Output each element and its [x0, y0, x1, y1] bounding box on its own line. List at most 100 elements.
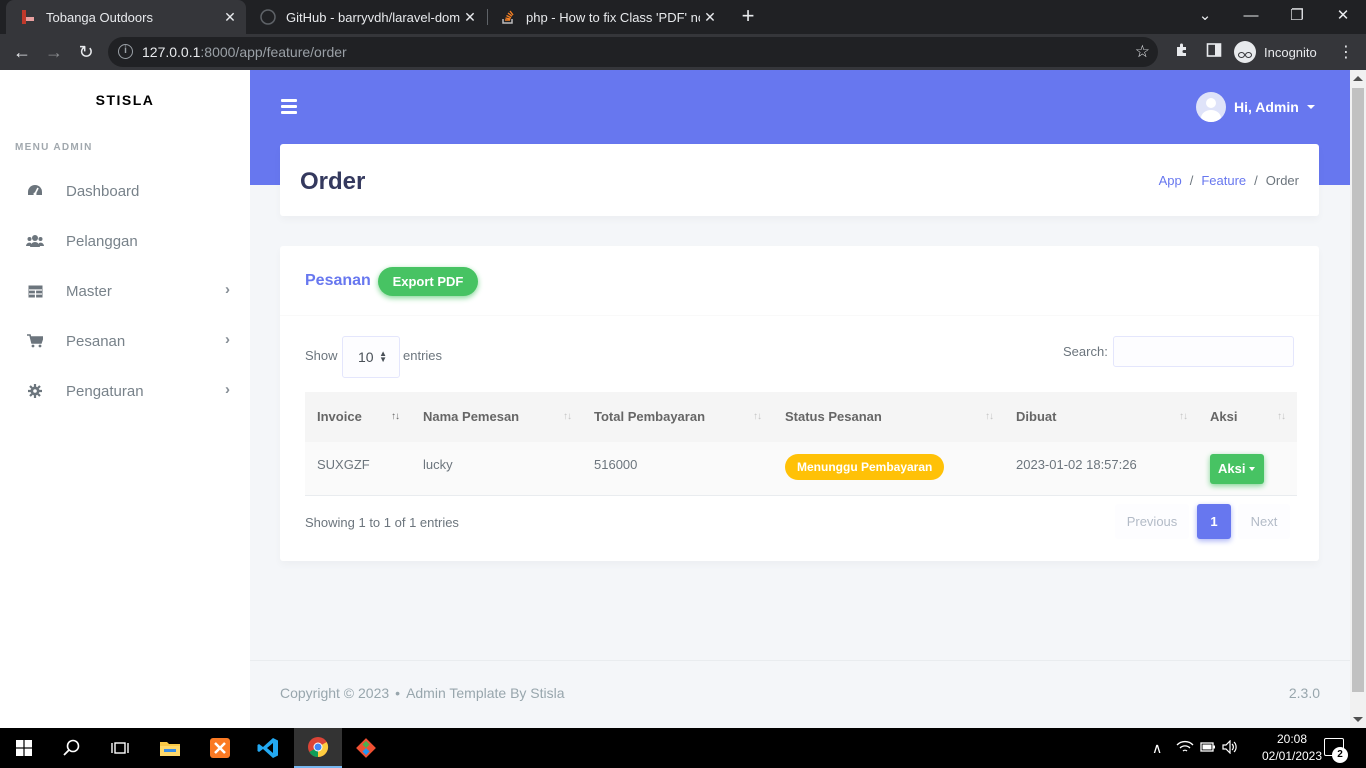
file-explorer-icon[interactable]: [146, 728, 194, 768]
chevron-right-icon: ›: [225, 381, 230, 398]
search-label: Search:: [1063, 344, 1108, 359]
sidebar-item-master[interactable]: Master ›: [0, 268, 250, 314]
git-icon[interactable]: [342, 728, 390, 768]
table-header: Invoice ↑↓ Nama Pemesan ↑↓ Total Pembaya…: [305, 392, 1297, 442]
column-aksi[interactable]: Aksi: [1210, 409, 1237, 424]
tab-stackoverflow[interactable]: php - How to fix Class 'PDF' not f ✕: [486, 0, 726, 34]
column-nama-pemesan[interactable]: Nama Pemesan: [423, 409, 519, 424]
favicon-icon: [22, 10, 34, 24]
cell-invoice: SUXGZF: [317, 457, 370, 472]
clock-date: 02/01/2023: [1261, 749, 1323, 763]
credit-link[interactable]: Admin Template By Stisla: [406, 685, 564, 701]
sort-icon[interactable]: ↑↓: [563, 411, 572, 422]
reload-icon[interactable]: ↻: [72, 38, 100, 66]
sidebar: STISLA MENU ADMIN Dashboard Pelanggan Ma…: [0, 70, 250, 728]
xampp-icon[interactable]: [196, 728, 244, 768]
vscode-icon[interactable]: [244, 728, 292, 768]
extensions-icon[interactable]: [1174, 42, 1190, 63]
close-tab-icon[interactable]: ✕: [460, 9, 480, 26]
sort-icon[interactable]: ↑↓: [1179, 411, 1188, 422]
page-viewport: STISLA MENU ADMIN Dashboard Pelanggan Ma…: [0, 70, 1366, 728]
page-length-select[interactable]: 10 ▲ ▼: [342, 336, 400, 378]
browser-tab-bar: Tobanga Outdoors ✕ GitHub - barryvdh/lar…: [0, 0, 1366, 34]
column-status-pesanan[interactable]: Status Pesanan: [785, 409, 882, 424]
tab-tobanga-outdoors[interactable]: Tobanga Outdoors ✕: [6, 0, 246, 34]
windows-start-icon[interactable]: [0, 728, 48, 768]
search-icon[interactable]: [48, 728, 96, 768]
gear-icon: [26, 383, 44, 399]
wifi-icon[interactable]: [1176, 740, 1194, 757]
show-hidden-icons-icon[interactable]: ∧: [1152, 740, 1162, 757]
cell-total: 516000: [594, 457, 638, 472]
column-total-pembayaran[interactable]: Total Pembayaran: [594, 409, 705, 424]
aksi-dropdown-button[interactable]: Aksi: [1210, 454, 1264, 484]
sort-icon[interactable]: ↑↓: [753, 411, 762, 422]
incognito-indicator[interactable]: Incognito: [1234, 38, 1317, 66]
address-bar[interactable]: i 127.0.0.1:8000/app/feature/order ☆: [108, 37, 1158, 67]
task-view-icon[interactable]: [96, 728, 144, 768]
scroll-up-icon[interactable]: [1353, 76, 1363, 81]
aksi-label: Aksi: [1218, 461, 1246, 476]
column-invoice[interactable]: Invoice: [317, 409, 362, 424]
caret-down-icon: [1306, 105, 1315, 109]
search-input[interactable]: [1113, 336, 1294, 367]
battery-icon[interactable]: [1200, 740, 1216, 756]
scroll-down-icon[interactable]: [1353, 717, 1363, 722]
table-icon: [26, 283, 44, 299]
pagination-page-1[interactable]: 1: [1197, 504, 1231, 539]
users-icon: [26, 233, 44, 249]
incognito-icon: [1234, 41, 1256, 63]
avatar: [1196, 92, 1226, 122]
back-icon[interactable]: ←: [8, 38, 36, 66]
bookmark-star-icon[interactable]: ☆: [1135, 42, 1150, 62]
page-scrollbar[interactable]: [1350, 70, 1366, 728]
new-tab-button[interactable]: +: [736, 4, 760, 30]
sort-icon[interactable]: ↑↓: [1277, 411, 1286, 422]
incognito-label: Incognito: [1264, 44, 1317, 60]
forward-icon[interactable]: →: [40, 38, 68, 66]
url-text: 127.0.0.1:8000/app/feature/order: [142, 44, 347, 60]
scrollbar-thumb[interactable]: [1352, 88, 1364, 692]
column-dibuat[interactable]: Dibuat: [1016, 409, 1056, 424]
footer-bullet: •: [395, 685, 401, 701]
volume-icon[interactable]: [1222, 739, 1238, 757]
breadcrumb-feature[interactable]: Feature: [1201, 173, 1246, 188]
cell-dibuat: 2023-01-02 18:57:26: [1016, 457, 1137, 472]
minimize-icon[interactable]: —: [1228, 0, 1274, 34]
user-greeting: Hi, Admin: [1234, 99, 1299, 115]
sidebar-item-label: Dashboard: [66, 182, 140, 200]
system-clock[interactable]: 20:08 02/01/2023: [1260, 731, 1324, 765]
sidebar-item-dashboard[interactable]: Dashboard: [0, 168, 250, 214]
card-header: Pesanan Export PDF: [280, 246, 1319, 316]
tab-search-icon[interactable]: ⌄: [1182, 0, 1228, 34]
table-row: SUXGZF lucky 516000 Menunggu Pembayaran …: [305, 442, 1297, 496]
page-length-value: 10: [358, 349, 374, 365]
pagination-next[interactable]: Next: [1238, 504, 1290, 539]
sort-icon[interactable]: ↑↓: [391, 411, 400, 422]
clock-time: 20:08: [1276, 732, 1308, 746]
export-pdf-button[interactable]: Export PDF: [378, 267, 478, 296]
sort-icon[interactable]: ↑↓: [985, 411, 994, 422]
browser-menu-icon[interactable]: ⋮: [1338, 42, 1354, 62]
pagination-previous[interactable]: Previous: [1115, 504, 1189, 539]
close-tab-icon[interactable]: ✕: [220, 9, 240, 26]
side-panel-icon[interactable]: [1206, 42, 1222, 63]
sidebar-item-pengaturan[interactable]: Pengaturan ›: [0, 368, 250, 414]
url-path: :8000/app/feature/order: [200, 44, 347, 60]
site-info-icon[interactable]: i: [118, 44, 133, 59]
sidebar-brand[interactable]: STISLA: [0, 92, 250, 108]
hamburger-menu-icon[interactable]: [281, 99, 297, 114]
close-window-icon[interactable]: ✕: [1320, 0, 1366, 34]
close-tab-icon[interactable]: ✕: [700, 9, 720, 26]
select-arrows-icon: ▲ ▼: [379, 349, 387, 364]
breadcrumb-app[interactable]: App: [1159, 173, 1182, 188]
section-header: Order App / Feature / Order: [280, 144, 1319, 216]
sidebar-item-pesanan[interactable]: Pesanan ›: [0, 318, 250, 364]
tab-github[interactable]: GitHub - barryvdh/laravel-dompd ✕: [246, 0, 486, 34]
sidebar-item-label: Pesanan: [66, 332, 126, 350]
tab-title: Tobanga Outdoors: [46, 9, 153, 25]
user-dropdown[interactable]: Hi, Admin: [1196, 92, 1315, 122]
restore-icon[interactable]: ❐: [1274, 0, 1320, 34]
chrome-icon[interactable]: [294, 728, 342, 768]
sidebar-item-pelanggan[interactable]: Pelanggan: [0, 218, 250, 264]
